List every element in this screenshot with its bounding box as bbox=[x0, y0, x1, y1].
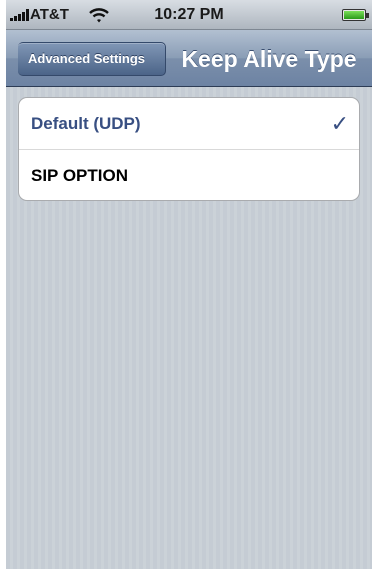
option-default-udp[interactable]: Default (UDP) ✓ bbox=[19, 98, 359, 149]
navigation-bar: Advanced Settings Keep Alive Type bbox=[6, 30, 372, 87]
back-button-label: Advanced Settings bbox=[28, 51, 146, 66]
page-title: Keep Alive Type bbox=[181, 46, 357, 72]
battery-icon bbox=[342, 9, 369, 21]
back-button[interactable]: Advanced Settings bbox=[18, 42, 166, 76]
option-label: SIP OPTION bbox=[31, 166, 128, 185]
app-screen: AT&T 10:27 PM Advanced Settings Keep Ali… bbox=[6, 0, 372, 569]
settings-content: Default (UDP) ✓ SIP OPTION bbox=[6, 87, 372, 569]
option-label: Default (UDP) bbox=[31, 114, 141, 133]
option-sip-option[interactable]: SIP OPTION bbox=[19, 149, 359, 200]
status-bar: AT&T 10:27 PM bbox=[6, 0, 372, 30]
checkmark-icon: ✓ bbox=[330, 111, 349, 136]
keep-alive-options: Default (UDP) ✓ SIP OPTION bbox=[18, 97, 360, 201]
status-time: 10:27 PM bbox=[154, 6, 224, 23]
